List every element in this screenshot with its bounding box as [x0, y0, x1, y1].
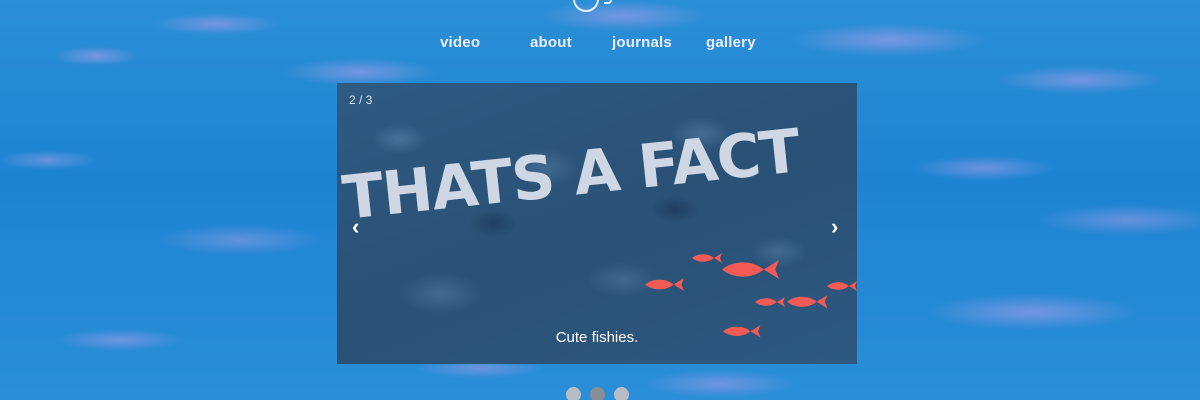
site-logo-tail-icon [604, 0, 612, 4]
fish-school-image [645, 253, 857, 338]
image-slider: 2 / 3 THATS A FACT ‹ › Cute fishies. [337, 83, 857, 364]
chevron-right-icon: › [831, 214, 839, 239]
slide-pagination [566, 387, 636, 400]
fish-icon [755, 297, 785, 307]
slide-dot-1[interactable] [566, 387, 581, 400]
nav-item-video[interactable]: video [440, 34, 480, 51]
site-logo-icon[interactable] [573, 0, 599, 12]
prev-slide-button[interactable]: ‹ [352, 214, 359, 240]
fish-icon [692, 253, 722, 263]
slide-dot-3[interactable] [614, 387, 629, 400]
fish-icon [787, 295, 828, 309]
chevron-left-icon: ‹ [352, 214, 360, 239]
fish-icon [645, 278, 684, 291]
nav-item-journals[interactable]: journals [612, 34, 672, 51]
slide-dot-2[interactable] [590, 387, 605, 400]
slide-caption: Cute fishies. [555, 329, 639, 346]
next-slide-button[interactable]: › [831, 214, 838, 240]
fish-icon [827, 281, 857, 291]
nav-item-about[interactable]: about [530, 34, 572, 51]
nav-item-gallery[interactable]: gallery [706, 34, 756, 51]
fish-icon [722, 260, 779, 279]
main-nav: video about journals gallery [0, 34, 1200, 56]
